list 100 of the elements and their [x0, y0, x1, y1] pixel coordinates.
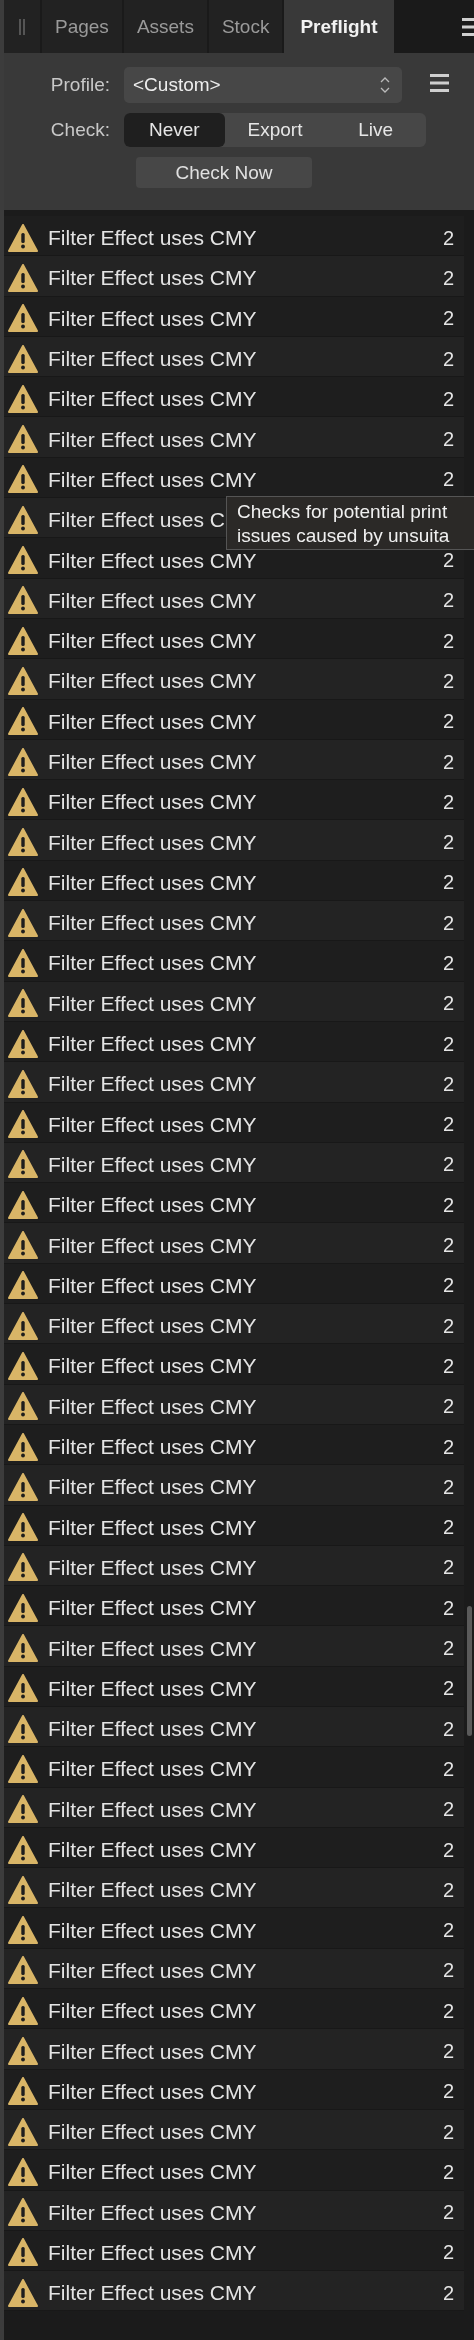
- issue-text: Filter Effect uses CMY: [48, 1073, 257, 1095]
- issue-count: 2: [442, 267, 454, 288]
- issue-count: 2: [442, 2242, 454, 2263]
- issue-text: Filter Effect uses CMY: [48, 2282, 257, 2304]
- issue-count: 2: [442, 1718, 454, 1739]
- issue-text: Filter Effect uses CMY: [48, 952, 257, 974]
- issue-count: 2: [442, 1960, 454, 1981]
- issue-text: Filter Effect uses CMY: [48, 710, 257, 732]
- issue-text: Filter Effect uses CMY: [48, 2080, 257, 2102]
- issue-text: Filter Effect uses CMY: [48, 1597, 257, 1619]
- issue-text: Filter Effect uses CMY: [48, 2242, 257, 2263]
- issue-count: 2: [442, 912, 454, 933]
- issue-text: Filter Effect uses CMY: [48, 1839, 257, 1860]
- issue-count: 2: [442, 348, 454, 369]
- issue-text: Filter Effect uses CMY: [48, 912, 257, 934]
- issue-count: 2: [442, 1799, 454, 1820]
- issue-text: Filter Effect uses CMY: [48, 1234, 257, 1256]
- check-label: Check:: [49, 119, 111, 141]
- issue-text: Filter Effect uses CMY: [48, 227, 257, 249]
- issue-text: Filter Effect uses CMY: [48, 871, 257, 893]
- issue-text: Filter Effect uses CMY: [48, 1556, 257, 1578]
- issue-count: 2: [442, 2202, 454, 2223]
- issue-count: 2: [442, 1597, 454, 1618]
- issue-text: Filter Effect uses CMY: [48, 1516, 257, 1538]
- issue-count: 2: [442, 1315, 454, 1336]
- issue-text: Filter Effect uses CMY: [48, 791, 257, 813]
- issue-count: 2: [442, 832, 454, 853]
- issue-count: 2: [442, 791, 454, 812]
- issue-text: Filter Effect uses CMY: [48, 589, 257, 611]
- issue-text: Filter Effect uses CMY: [48, 1919, 257, 1941]
- issue-text: Filter Effect uses CMY: [48, 1436, 257, 1458]
- issue-count: 2: [442, 388, 454, 409]
- issue-count: 2: [442, 429, 454, 450]
- issue-count: 2: [442, 670, 454, 691]
- issue-count: 2: [442, 2121, 454, 2142]
- issue-count: 2: [442, 1033, 454, 1054]
- issue-count: 2: [442, 953, 454, 973]
- issue-text: Filter Effect uses CMY: [48, 1677, 257, 1699]
- issue-text: Filter Effect uses CMY: [48, 267, 257, 289]
- issue-text: Filter Effect uses CMY: [48, 2201, 257, 2223]
- issue-count: 2: [442, 1436, 454, 1457]
- issue-text: Filter Effect uses CMY: [48, 2121, 257, 2143]
- issue-count: 2: [442, 1758, 454, 1779]
- issue-count: 2: [442, 2161, 454, 2182]
- issue-text: Filter Effect uses CMY: [48, 549, 257, 571]
- profile-label: Profile:: [49, 74, 111, 96]
- issue-text: Filter Effect uses CMY: [48, 1274, 257, 1296]
- issue-count: 2: [442, 1678, 454, 1699]
- issue-count: 2: [442, 1638, 454, 1659]
- issue-count: 2: [442, 1114, 454, 1135]
- issue-count: 2: [442, 1073, 454, 1094]
- issue-text: Filter Effect uses CMY: [48, 992, 257, 1014]
- issue-text: Filter Effect uses CMY: [48, 388, 257, 410]
- issue-text: Filter Effect uses CMY: [48, 670, 257, 692]
- issue-count: 2: [442, 751, 454, 772]
- issue-text: Filter Effect uses CMY: [48, 1033, 257, 1055]
- issue-text: Filter Effect uses CMY: [48, 428, 257, 450]
- issue-count: 2: [442, 550, 454, 570]
- issue-text: Filter Effect uses CMY: [48, 1113, 257, 1135]
- issue-text: Filter Effect uses CMY: [48, 2161, 257, 2183]
- issue-text: Filter Effect uses CMY: [48, 1153, 257, 1175]
- issue-count: 2: [442, 469, 454, 490]
- issue-count: 2: [442, 2041, 454, 2061]
- issue-count: 2: [442, 1355, 454, 1376]
- issue-count: 2: [442, 1557, 454, 1578]
- issue-text: Filter Effect uses CMY: [48, 1194, 257, 1216]
- issue-count: 2: [442, 227, 454, 248]
- issue-text: Filter Effect uses CMY: [48, 1315, 257, 1337]
- issue-text: Filter Effect uses CMY: [48, 1718, 257, 1740]
- issue-text: Filter Effect uses C: [48, 509, 225, 531]
- issue-text: Filter Effect uses CMY: [48, 1758, 257, 1780]
- issue-text: Filter Effect uses CMY: [48, 2040, 257, 2062]
- issue-count: 2: [442, 1396, 454, 1417]
- issue-count: 2: [442, 1194, 454, 1215]
- issue-text: Filter Effect uses CMY: [48, 1395, 257, 1417]
- issue-count: 2: [442, 993, 454, 1014]
- issue-text: Filter Effect uses CMY: [48, 1879, 257, 1901]
- issue-count: 2: [442, 2000, 454, 2021]
- issue-text: Filter Effect uses CMY: [48, 468, 257, 490]
- tooltip-text: Checks for potential print: [237, 500, 449, 524]
- issue-text: Filter Effect uses CMY: [48, 630, 257, 652]
- issue-count: 2: [442, 1517, 454, 1538]
- issue-text: Filter Effect uses CMY: [48, 1637, 257, 1659]
- issue-count: 2: [442, 308, 454, 329]
- issue-count: 2: [442, 711, 454, 732]
- issue-count: 2: [442, 1476, 454, 1497]
- issue-count: 2: [442, 1879, 454, 1900]
- issue-count: 2: [442, 1154, 454, 1175]
- issue-count: 2: [442, 630, 454, 651]
- issue-count: 2: [442, 1235, 454, 1256]
- issue-text: Filter Effect uses CMY: [48, 307, 257, 329]
- issue-text: Filter Effect uses CMY: [48, 1476, 257, 1498]
- issue-count: 2: [442, 590, 454, 611]
- issue-text: Filter Effect uses CMY: [48, 348, 257, 370]
- issue-text: Filter Effect uses CMY: [48, 751, 257, 772]
- issue-count: 2: [442, 2282, 454, 2303]
- issue-text: Filter Effect uses CMY: [48, 831, 257, 853]
- issue-count: 2: [442, 1275, 454, 1296]
- issue-count: 2: [442, 872, 454, 893]
- issue-text: Filter Effect uses CMY: [48, 2000, 257, 2022]
